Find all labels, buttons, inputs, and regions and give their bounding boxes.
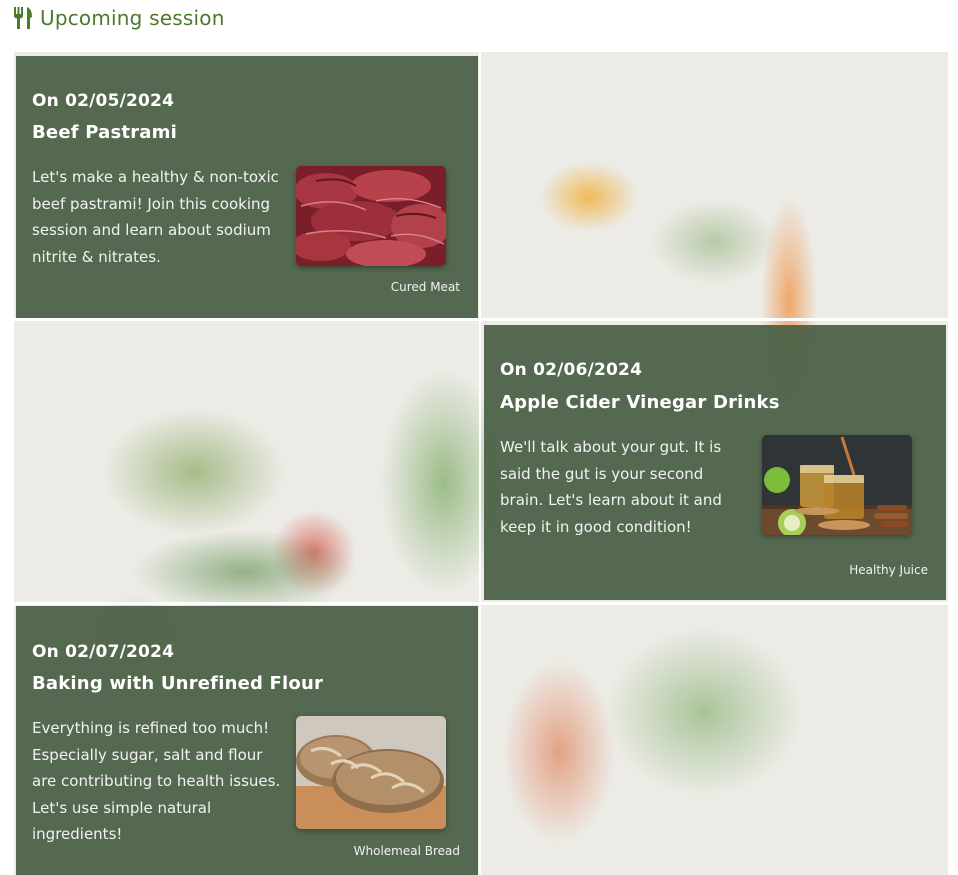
session-image-cured-meat <box>296 166 446 266</box>
grid-divider <box>14 318 948 321</box>
image-caption: Cured Meat <box>390 280 460 294</box>
grid-divider <box>14 602 948 605</box>
session-image-wholemeal-bread <box>296 716 446 829</box>
session-image-healthy-juice <box>762 435 912 535</box>
section-title: Upcoming session <box>40 6 225 30</box>
session-title: Beef Pastrami <box>32 122 177 143</box>
session-card[interactable]: On 02/07/2024 Baking with Unrefined Flou… <box>16 606 478 875</box>
session-description: Let's make a healthy & non-toxic beef pa… <box>32 168 279 266</box>
section-header: Upcoming session <box>12 4 225 32</box>
session-date: On 02/07/2024 <box>32 642 175 662</box>
image-caption: Wholemeal Bread <box>353 844 460 858</box>
session-date: On 02/06/2024 <box>500 360 643 380</box>
grid-divider <box>479 52 481 875</box>
fork-knife-icon <box>12 6 34 30</box>
sessions-board: On 02/05/2024 Beef Pastrami Let's make a… <box>14 52 948 875</box>
session-card[interactable]: On 02/05/2024 Beef Pastrami Let's make a… <box>16 56 478 318</box>
session-description: We'll talk about your gut. It is said th… <box>500 438 722 536</box>
session-date: On 02/05/2024 <box>32 91 175 111</box>
session-description: Everything is refined too much! Especial… <box>32 719 281 843</box>
session-title: Apple Cider Vinegar Drinks <box>500 392 780 413</box>
session-title: Baking with Unrefined Flour <box>32 673 324 694</box>
session-card[interactable]: On 02/06/2024 Apple Cider Vinegar Drinks… <box>484 325 946 600</box>
image-caption: Healthy Juice <box>849 563 928 577</box>
